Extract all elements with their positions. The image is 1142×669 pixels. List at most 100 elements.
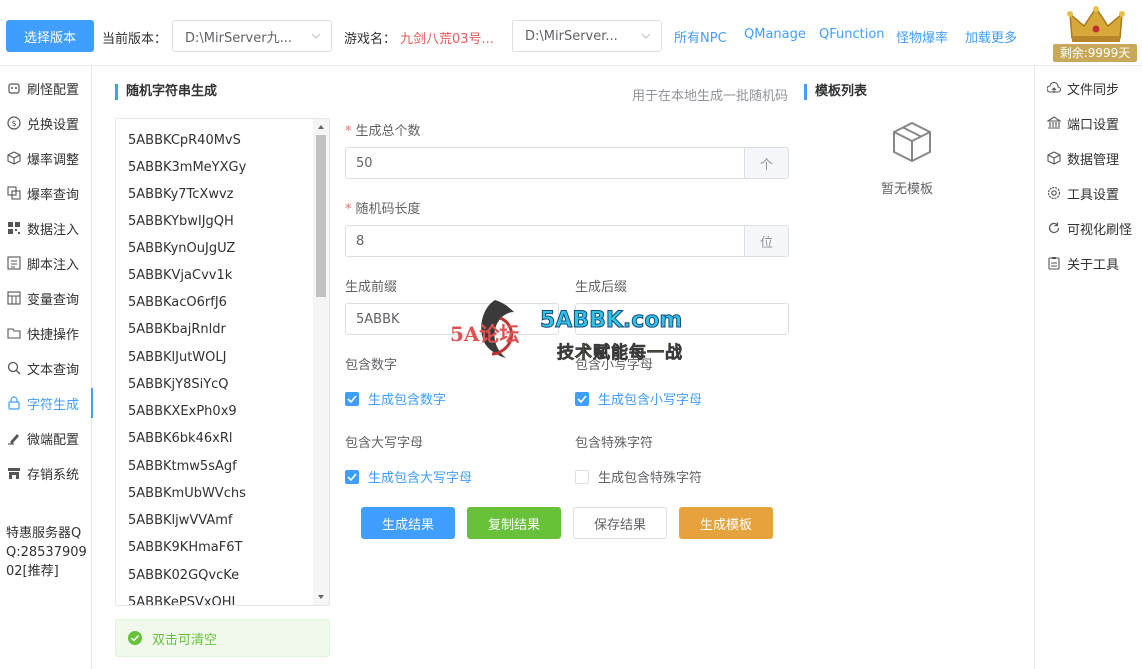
scrollbar[interactable] xyxy=(313,119,329,605)
coin-icon: $ xyxy=(7,116,21,130)
list-item: 5ABBKmUbWVchs xyxy=(128,486,246,501)
prefix-label: 生成前缀 xyxy=(345,280,398,295)
nav-label: 文本查询 xyxy=(27,362,80,378)
nav-item-string-generate[interactable]: 字符生成 xyxy=(0,388,93,418)
check-icon xyxy=(345,469,359,484)
nav-item-micro-client[interactable]: 微端配置 xyxy=(0,423,92,453)
list-item: 5ABBKVjaCvv1k xyxy=(128,268,233,283)
list-item: 5ABBKCpR40MvS xyxy=(128,133,241,148)
nav-item-text-query[interactable]: 文本查询 xyxy=(0,353,92,383)
nav-item-drop-adjust[interactable]: 爆率调整 xyxy=(0,143,92,173)
total-count-label-text: 生成总个数 xyxy=(355,124,421,139)
list-item: 5ABBKbajRnldr xyxy=(128,322,226,337)
game-path-select[interactable]: D:\MirServer... xyxy=(512,20,662,52)
monster-icon xyxy=(8,83,20,94)
scroll-up-icon[interactable] xyxy=(317,123,325,131)
generate-button[interactable]: 生成结果 xyxy=(361,507,455,539)
crown-icon xyxy=(1067,6,1125,42)
list-item: 5ABBKy7TcXwvz xyxy=(128,187,234,202)
code-length-label-text: 随机码长度 xyxy=(355,202,421,217)
list-item: 5ABBKtmw5sAgf xyxy=(128,459,237,474)
scroll-down-icon[interactable] xyxy=(317,593,325,601)
service-qq-text: 特惠服务器QQ:2853790902[推荐] xyxy=(6,526,87,579)
nav-item-storage-system[interactable]: 存销系统 xyxy=(0,458,92,488)
list-item: 5ABBK02GQvcKe xyxy=(128,568,240,583)
special-chars-checkbox[interactable]: 生成包含特殊字符 xyxy=(575,467,702,486)
load-more-link[interactable]: 加载更多 xyxy=(965,27,1017,46)
select-version-button[interactable]: 选择版本 xyxy=(6,20,94,52)
all-npc-link[interactable]: 所有NPC xyxy=(674,27,727,46)
right-item-data-management[interactable]: 数据管理 xyxy=(1035,143,1142,173)
special-chars-checkbox-label: 生成包含特殊字符 xyxy=(598,471,703,486)
code-length-unit: 位 xyxy=(745,225,789,257)
cloud-upload-icon xyxy=(1047,81,1061,93)
lowercase-checkbox-label: 生成包含小写字母 xyxy=(598,393,703,408)
right-item-tool-settings[interactable]: 工具设置 xyxy=(1035,178,1142,208)
nav-item-script-inject[interactable]: 脚本注入 xyxy=(0,248,92,278)
box-icon xyxy=(1047,151,1061,165)
gear-icon xyxy=(1047,186,1061,200)
right-item-label: 文件同步 xyxy=(1067,82,1120,98)
nav-label: 存销系统 xyxy=(27,467,80,483)
refresh-icon xyxy=(1048,222,1060,234)
check-icon xyxy=(575,391,589,406)
list-item: 5ABBK9KHmaF6T xyxy=(128,540,243,555)
page-subtitle: 用于在本地生成一批随机码 xyxy=(632,89,789,104)
nav-item-drop-query[interactable]: 爆率查询 xyxy=(0,178,92,208)
nav-item-data-inject[interactable]: 数据注入 xyxy=(0,213,92,243)
list-item: 5ABBKYbwIJgQH xyxy=(128,214,234,229)
list-item: 5ABBKacO6rfJ6 xyxy=(128,295,227,310)
copy-icon xyxy=(7,186,21,200)
qmanage-link[interactable]: QManage xyxy=(744,27,806,42)
watermark-logo-text: 5A论坛 xyxy=(450,322,520,346)
nav-label: 数据注入 xyxy=(27,222,80,238)
scrollbar-thumb[interactable] xyxy=(316,135,326,297)
qrcode-icon xyxy=(8,222,20,234)
nav-item-spawn-config[interactable]: 刷怪配置 xyxy=(0,73,92,103)
right-item-port-settings[interactable]: 端口设置 xyxy=(1035,108,1142,138)
save-button[interactable]: 保存结果 xyxy=(573,507,667,539)
clear-tip: 双击可清空 xyxy=(115,619,330,657)
nav-label: 爆率查询 xyxy=(27,187,80,203)
watermark-logo: 5A论坛 5ABBK.com 技术赋能每一战 xyxy=(450,298,700,368)
top-bar: 选择版本 当前版本： D:\MirServer九... 游戏名： 九剑八荒03号… xyxy=(0,0,1142,66)
uppercase-checkbox[interactable]: 生成包含大写字母 xyxy=(345,467,472,486)
total-count-input[interactable]: 50 xyxy=(345,147,745,179)
right-item-visual-spawn[interactable]: 可视化刷怪 xyxy=(1035,213,1142,243)
right-item-label: 可视化刷怪 xyxy=(1067,222,1133,238)
code-length-label: * 随机码长度 xyxy=(345,202,421,217)
folder-icon xyxy=(7,328,21,339)
current-version-label: 当前版本： xyxy=(102,32,168,47)
game-path-value: D:\MirServer... xyxy=(525,28,618,44)
check-icon xyxy=(345,391,359,406)
lowercase-checkbox[interactable]: 生成包含小写字母 xyxy=(575,389,702,408)
empty-template-text: 暂无模板 xyxy=(881,182,934,197)
result-textarea[interactable]: 5ABBKCpR40MvS 5ABBK3mMeYXGy 5ABBKy7TcXwv… xyxy=(115,118,330,606)
list-item: 5ABBKlJutWOLJ xyxy=(128,350,227,365)
right-item-about[interactable]: 关于工具 xyxy=(1035,248,1142,278)
monster-drop-link[interactable]: 怪物爆率 xyxy=(896,27,948,46)
code-length-input[interactable]: 8 xyxy=(345,225,745,257)
current-version-select[interactable]: D:\MirServer九... xyxy=(172,20,332,52)
nav-item-quick-action[interactable]: 快捷操作 xyxy=(0,318,92,348)
check-circle-icon xyxy=(128,631,142,645)
uppercase-checkbox-label: 生成包含大写字母 xyxy=(368,471,473,486)
qfunction-link[interactable]: QFunction xyxy=(819,27,885,42)
right-sidebar: 文件同步 端口设置 数据管理 工具设置 可视化刷怪 关于工具 xyxy=(1034,66,1142,669)
generate-template-button[interactable]: 生成模板 xyxy=(679,507,773,539)
copy-button[interactable]: 复制结果 xyxy=(467,507,561,539)
empty-box-icon xyxy=(893,121,931,163)
nav-item-exchange[interactable]: $ 兑换设置 xyxy=(0,108,92,138)
digits-checkbox[interactable]: 生成包含数字 xyxy=(345,389,446,408)
watermark-site-text: 5ABBK.com xyxy=(539,308,683,334)
nav-item-variable-query[interactable]: 变量查询 xyxy=(0,283,92,313)
list-item: 5ABBKljwVVAmf xyxy=(128,513,233,528)
watermark-slogan-text: 技术赋能每一战 xyxy=(557,343,683,364)
nav-label: 字符生成 xyxy=(27,397,80,413)
current-version-value: D:\MirServer九... xyxy=(185,30,292,46)
page-title: 随机字符串生成 xyxy=(115,84,217,100)
svg-text:$: $ xyxy=(11,119,16,128)
right-item-file-sync[interactable]: 文件同步 xyxy=(1035,73,1142,103)
suffix-label: 生成后缀 xyxy=(575,280,628,295)
nav-label: 刷怪配置 xyxy=(27,82,80,98)
